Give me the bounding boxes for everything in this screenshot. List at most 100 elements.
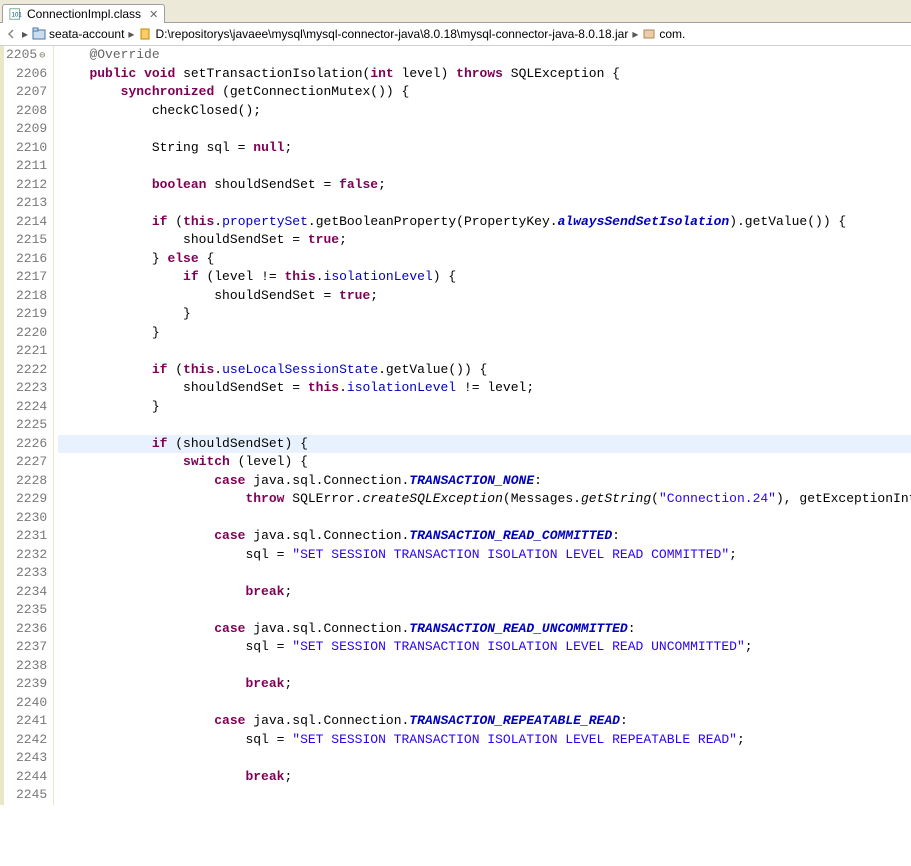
- code-line[interactable]: [58, 120, 911, 139]
- line-number: 2224: [6, 398, 47, 417]
- code-line[interactable]: case java.sql.Connection.TRANSACTION_NON…: [58, 472, 911, 491]
- line-number: 2241: [6, 712, 47, 731]
- code-area[interactable]: @Override public void setTransactionIsol…: [54, 46, 911, 805]
- code-line[interactable]: [58, 749, 911, 768]
- line-number: 2240: [6, 694, 47, 713]
- code-line[interactable]: synchronized (getConnectionMutex()) {: [58, 83, 911, 102]
- line-number: 2244: [6, 768, 47, 787]
- line-number: 2235: [6, 601, 47, 620]
- class-file-icon: 101: [9, 7, 23, 21]
- line-number: 2225: [6, 416, 47, 435]
- line-number: 2239: [6, 675, 47, 694]
- line-number: 2218: [6, 287, 47, 306]
- line-number: 2223: [6, 379, 47, 398]
- line-number: 2238: [6, 657, 47, 676]
- code-line[interactable]: shouldSendSet = this.isolationLevel != l…: [58, 379, 911, 398]
- editor-tab-title: ConnectionImpl.class: [27, 7, 141, 21]
- code-line[interactable]: public void setTransactionIsolation(int …: [58, 65, 911, 84]
- code-line[interactable]: [58, 509, 911, 528]
- package-icon: [642, 27, 656, 41]
- jar-icon: [138, 27, 152, 41]
- breadcrumb-sep: ▸: [128, 27, 134, 41]
- breadcrumb-package-label: com.: [659, 27, 685, 41]
- code-line[interactable]: switch (level) {: [58, 453, 911, 472]
- code-line[interactable]: case java.sql.Connection.TRANSACTION_REA…: [58, 620, 911, 639]
- code-line[interactable]: [58, 342, 911, 361]
- line-number: 2227: [6, 453, 47, 472]
- code-line[interactable]: if (this.useLocalSessionState.getValue()…: [58, 361, 911, 380]
- line-number-gutter: 2205⊖22062207220822092210221122122213221…: [0, 46, 54, 805]
- breadcrumb-jar-label: D:\repositorys\javaee\mysql\mysql-connec…: [155, 27, 628, 41]
- line-number: 2245: [6, 786, 47, 805]
- line-number: 2222: [6, 361, 47, 380]
- code-line[interactable]: String sql = null;: [58, 139, 911, 158]
- line-number: 2212: [6, 176, 47, 195]
- line-number: 2205⊖: [6, 46, 47, 65]
- line-number: 2242: [6, 731, 47, 750]
- editor-tabbar: 101 ConnectionImpl.class ✕: [0, 0, 911, 23]
- line-number: 2232: [6, 546, 47, 565]
- breadcrumb: ▸ seata-account ▸ D:\repositorys\javaee\…: [0, 23, 911, 46]
- code-line[interactable]: [58, 601, 911, 620]
- code-line[interactable]: }: [58, 398, 911, 417]
- code-line[interactable]: break;: [58, 583, 911, 602]
- code-line[interactable]: sql = "SET SESSION TRANSACTION ISOLATION…: [58, 638, 911, 657]
- svg-text:101: 101: [12, 12, 23, 19]
- line-number: 2219: [6, 305, 47, 324]
- line-number: 2229: [6, 490, 47, 509]
- breadcrumb-sep: ▸: [632, 27, 638, 41]
- line-number: 2215: [6, 231, 47, 250]
- line-number: 2213: [6, 194, 47, 213]
- code-line[interactable]: [58, 786, 911, 805]
- line-number: 2209: [6, 120, 47, 139]
- editor-tab[interactable]: 101 ConnectionImpl.class ✕: [2, 4, 165, 23]
- line-number: 2207: [6, 83, 47, 102]
- code-line[interactable]: @Override: [58, 46, 911, 65]
- code-line[interactable]: if (shouldSendSet) {: [58, 435, 911, 454]
- line-number: 2233: [6, 564, 47, 583]
- code-line[interactable]: [58, 157, 911, 176]
- breadcrumb-project[interactable]: seata-account: [32, 27, 124, 41]
- code-line[interactable]: }: [58, 324, 911, 343]
- line-number: 2230: [6, 509, 47, 528]
- code-line[interactable]: } else {: [58, 250, 911, 269]
- close-icon[interactable]: ✕: [149, 8, 158, 21]
- code-line[interactable]: if (this.propertySet.getBooleanProperty(…: [58, 213, 911, 232]
- code-line[interactable]: break;: [58, 675, 911, 694]
- breadcrumb-package[interactable]: com.: [642, 27, 685, 41]
- line-number: 2211: [6, 157, 47, 176]
- code-line[interactable]: break;: [58, 768, 911, 787]
- line-number: 2220: [6, 324, 47, 343]
- line-number: 2206: [6, 65, 47, 84]
- code-line[interactable]: if (level != this.isolationLevel) {: [58, 268, 911, 287]
- breadcrumb-sep: ▸: [22, 27, 28, 41]
- code-line[interactable]: sql = "SET SESSION TRANSACTION ISOLATION…: [58, 546, 911, 565]
- breadcrumb-back[interactable]: [4, 27, 18, 41]
- line-number: 2221: [6, 342, 47, 361]
- code-line[interactable]: shouldSendSet = true;: [58, 287, 911, 306]
- line-number: 2208: [6, 102, 47, 121]
- line-number: 2214: [6, 213, 47, 232]
- line-number: 2216: [6, 250, 47, 269]
- code-line[interactable]: checkClosed();: [58, 102, 911, 121]
- project-icon: [32, 27, 46, 41]
- code-line[interactable]: }: [58, 305, 911, 324]
- breadcrumb-project-label: seata-account: [49, 27, 124, 41]
- code-line[interactable]: [58, 416, 911, 435]
- code-line[interactable]: throw SQLError.createSQLException(Messag…: [58, 490, 911, 509]
- code-line[interactable]: case java.sql.Connection.TRANSACTION_REA…: [58, 527, 911, 546]
- code-line[interactable]: shouldSendSet = true;: [58, 231, 911, 250]
- code-line[interactable]: case java.sql.Connection.TRANSACTION_REP…: [58, 712, 911, 731]
- breadcrumb-jar[interactable]: D:\repositorys\javaee\mysql\mysql-connec…: [138, 27, 628, 41]
- line-number: 2217: [6, 268, 47, 287]
- code-line[interactable]: [58, 657, 911, 676]
- line-number: 2236: [6, 620, 47, 639]
- code-line[interactable]: [58, 564, 911, 583]
- code-line[interactable]: [58, 694, 911, 713]
- code-line[interactable]: boolean shouldSendSet = false;: [58, 176, 911, 195]
- code-editor[interactable]: 2205⊖22062207220822092210221122122213221…: [0, 46, 911, 805]
- code-line[interactable]: sql = "SET SESSION TRANSACTION ISOLATION…: [58, 731, 911, 750]
- code-line[interactable]: [58, 194, 911, 213]
- line-number: 2237: [6, 638, 47, 657]
- line-number: 2226: [6, 435, 47, 454]
